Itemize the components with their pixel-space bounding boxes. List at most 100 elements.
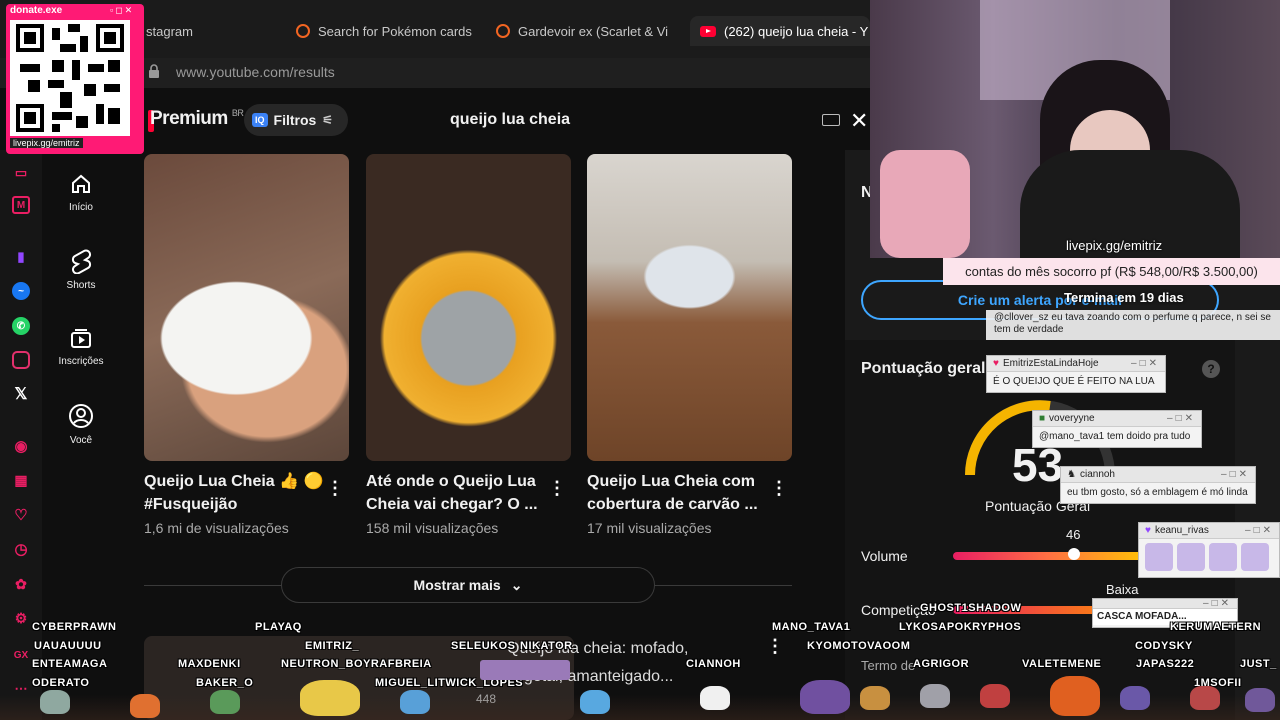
volume-label: Volume (861, 548, 908, 564)
gx-icon[interactable]: GX (12, 646, 30, 664)
youtube-premium-logo[interactable]: Premium BR (150, 108, 244, 130)
window-controls-icon: ▫◻✕ (110, 5, 135, 15)
help-icon[interactable]: ? (1202, 360, 1220, 378)
pokemon-sprite (400, 690, 430, 714)
viewer-name: CIANNOH (686, 658, 741, 670)
tab-instagram[interactable]: stagram (146, 16, 266, 46)
chat-username: voveryyne (1049, 413, 1095, 424)
viewer-name: CYBERPRAWN (32, 621, 117, 633)
search-input[interactable]: queijo lua cheia (434, 100, 854, 140)
score-title: Pontuação geral (861, 360, 986, 377)
settings-icon[interactable]: ⚙ (12, 609, 30, 627)
show-more-label: Mostrar mais (413, 577, 501, 593)
tab-label: (262) queijo lua cheia - Y (724, 23, 869, 39)
site-favicon-icon (496, 24, 510, 38)
viewer-name: JUST_ (1240, 658, 1277, 670)
viewer-name: MAXDENKI (178, 658, 241, 670)
tab-pokemon-search[interactable]: Search for Pokémon cards (296, 16, 476, 46)
record-icon[interactable]: ◉ (12, 437, 30, 455)
more-vert-icon[interactable]: ⋮ (766, 636, 784, 657)
youtube-favicon-icon (700, 25, 716, 37)
video-views-2: 158 mil visualizações (366, 520, 499, 536)
donation-goal-time: Termina em 19 dias (1064, 290, 1184, 305)
chat-message-window: ♞ ciannoh –□✕ eu tbm gosto, só a emblagem … (1060, 466, 1256, 504)
emote-icon (1241, 543, 1269, 571)
viewer-name: LYKOSAPOKRYPHOS (899, 621, 1022, 633)
pokemon-sprite (480, 660, 570, 680)
chat-message-window: @cllover_sz eu tava zoando com o perfume… (986, 310, 1280, 340)
viewer-name: AGRIGOR (913, 658, 970, 670)
nav-label: Shorts (66, 280, 96, 291)
video-title-1[interactable]: Queijo Lua Cheia 👍 🟡 #Fusqueijão (144, 470, 324, 516)
emote-icon (1145, 543, 1173, 571)
chat-badge-icon: ♥ (993, 358, 999, 369)
viewer-name: CODYSKY (1135, 640, 1193, 652)
tab-youtube-active[interactable]: (262) queijo lua cheia - Y (690, 16, 870, 46)
emote-icon (1209, 543, 1237, 571)
chat-badge-icon: ♞ (1067, 469, 1076, 480)
nav-label: Você (69, 435, 93, 446)
show-more-button[interactable]: Mostrar mais ⌄ (281, 567, 655, 603)
emote-icon (1177, 543, 1205, 571)
more-vert-icon[interactable]: ⋮ (548, 478, 566, 499)
region-code: BR (231, 108, 244, 118)
instagram-icon[interactable] (12, 351, 30, 369)
messenger-icon[interactable]: ~ (12, 282, 30, 300)
viewer-name: NIKATOR (520, 640, 573, 652)
term-label: Termo de (861, 658, 916, 673)
viewer-name: EMITRIZ_ (305, 640, 360, 652)
browser-side-rail (0, 150, 42, 720)
chat-message-text: @mano_tava1 tem doido pra tudo (1039, 431, 1191, 442)
lock-icon (149, 64, 159, 78)
filters-label: Filtros (273, 112, 317, 128)
more-vert-icon[interactable]: ⋮ (326, 478, 344, 499)
nav-subscriptions[interactable]: Inscrições (48, 326, 114, 367)
twitch-icon[interactable]: ▮ (12, 248, 30, 266)
chat-username: keanu_rivas (1154, 525, 1209, 536)
apps-grid-icon[interactable]: ▦ (12, 471, 30, 489)
viewer-name: NEUTRON_BOYRAFBREIA (281, 658, 432, 670)
whatsapp-icon[interactable]: ✆ (12, 317, 30, 335)
video-title-3[interactable]: Queijo Lua Cheia com cobertura de carvão… (587, 470, 767, 516)
nav-label: Inscrições (58, 356, 104, 367)
x-twitter-icon[interactable]: 𝕏 (12, 385, 30, 403)
viewer-name: KERUMAETERN (1170, 621, 1262, 633)
donate-title: donate.exe (10, 5, 63, 16)
chat-username: ciannoh (1079, 469, 1115, 480)
chat-window-header: –□✕ (1093, 598, 1237, 609)
chat-window-header: ■ voveryyne –□✕ (1033, 411, 1201, 427)
pokemon-sprite (860, 686, 890, 710)
pokemon-sprite (1120, 686, 1150, 710)
pokemon-sprite (130, 694, 160, 718)
nav-label: Início (69, 202, 93, 213)
viewer-name: VALETEMENE (1022, 658, 1102, 670)
chat-message-window: ♥ EmitrizEstaLindaHoje –□✕ É O QUEIJO QUE … (986, 355, 1166, 393)
viewer-name: UAUAUUUU (34, 640, 102, 652)
tab-label: Gardevoir ex (Scarlet & Vi (518, 23, 669, 39)
video-thumbnail-1[interactable] (144, 154, 349, 461)
heart-icon[interactable]: ♡ (12, 506, 30, 524)
filters-button[interactable]: IQ Filtros ⚟ (244, 104, 348, 136)
sliders-icon: ⚟ (322, 113, 334, 127)
history-icon[interactable]: ◷ (12, 540, 30, 558)
window-controls-icon: –□✕ (1245, 525, 1274, 536)
video-title-2[interactable]: Até onde o Queijo Lua Cheia vai chegar? … (366, 470, 546, 516)
viewer-name: JAPAS222 (1136, 658, 1195, 670)
chat-message-window: ♥ keanu_rivas –□✕ (1138, 522, 1280, 578)
video-thumbnail-3[interactable] (587, 154, 792, 461)
more-vert-icon[interactable]: ⋮ (770, 478, 788, 499)
gmail-icon[interactable]: M (12, 196, 30, 214)
url-text[interactable]: www.youtube.com/results (176, 64, 335, 80)
nav-you[interactable]: Você (48, 403, 114, 446)
tab-gardevoir[interactable]: Gardevoir ex (Scarlet & Vi (496, 16, 676, 46)
keyboard-icon[interactable] (822, 114, 840, 126)
bookmark-icon[interactable]: ▭ (12, 164, 30, 182)
viewer-name: KYOMOTOVAOOM (807, 640, 911, 652)
video-thumbnail-2[interactable] (366, 154, 571, 461)
webcam-plush (880, 150, 970, 258)
chat-message-window: ■ voveryyne –□✕ @mano_tava1 tem doido pra … (1032, 410, 1202, 448)
nav-shorts[interactable]: Shorts (48, 248, 114, 291)
clear-search-icon[interactable]: ✕ (850, 108, 868, 134)
extensions-icon[interactable]: ✿ (12, 575, 30, 593)
nav-home[interactable]: Início (48, 172, 114, 213)
